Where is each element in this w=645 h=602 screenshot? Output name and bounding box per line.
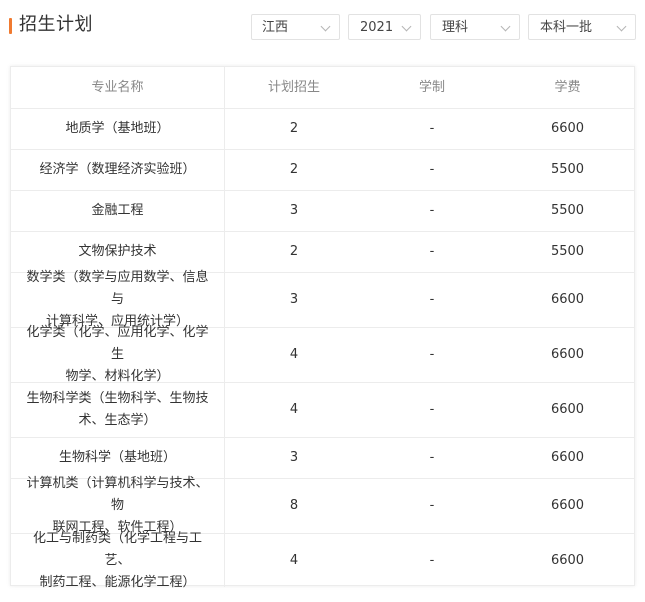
chevron-down-icon — [616, 21, 627, 32]
plan-count-cell: 3 — [289, 203, 299, 218]
table-row: 化工与制药类（化学工程与工艺、制药工程、能源化学工程） 4 - 6600 — [11, 531, 634, 590]
major-name-text: 生物科学（基地班） — [59, 447, 176, 469]
major-name-cell: 化学类（化学、应用化学、化学生 物学、材料化学） — [11, 325, 225, 384]
major-name-text: 文物保护技术 — [78, 241, 156, 263]
batch-select[interactable]: 本科一批 — [528, 14, 636, 40]
plan-count-cell: 4 — [289, 347, 299, 362]
duration-cell: - — [429, 203, 435, 218]
category-select-value: 理科 — [442, 20, 469, 35]
major-name-text: 生物科学类（生物科学、生物技 术、生态学） — [26, 388, 208, 432]
major-name-text: 化学类（化学、应用化学、化学生 物学、材料化学） — [21, 322, 214, 388]
table-row: 地质学（基地班） 2 - 6600 — [11, 109, 634, 150]
enrollment-plan-table: 专业名称 计划招生 学制 学费 地质学（基地班） 2 - 6600 经济学（数理经济实验… — [10, 66, 635, 590]
tuition-fee-cell: 6600 — [550, 347, 585, 362]
tuition-fee-cell: 6600 — [550, 292, 585, 307]
plan-count-cell: 4 — [289, 402, 299, 417]
major-name-line: 生物科学类（生物科学、生物技 — [26, 391, 209, 406]
plan-count-cell: 2 — [289, 121, 299, 136]
major-name-cell: 计算机类（计算机科学与技术、物 联网工程、软件工程） — [11, 476, 225, 535]
plan-count-cell: 8 — [289, 498, 299, 513]
major-name-cell: 数学类（数学与应用数学、信息与 计算科学、应用统计学） — [11, 270, 225, 329]
tuition-fee-cell: 5500 — [550, 162, 585, 177]
page-header: 招生计划 江西 2021 理科 本科一批 — [0, 0, 645, 52]
tuition-fee-cell: 5500 — [550, 203, 585, 218]
major-name-line: 文物保护技术 — [78, 244, 157, 259]
tuition-fee-cell: 6600 — [550, 450, 585, 465]
province-select[interactable]: 江西 — [251, 14, 340, 40]
table-row: 化学类（化学、应用化学、化学生 物学、材料化学） 4 - 6600 — [11, 325, 634, 384]
plan-count-cell: 3 — [289, 450, 299, 465]
table-row: 数学类（数学与应用数学、信息与 计算科学、应用统计学） 3 - 6600 — [11, 270, 634, 329]
province-select-value: 江西 — [262, 20, 289, 35]
duration-cell: - — [429, 498, 435, 513]
major-name-line: 计算机类（计算机科学与技术、物 — [26, 476, 209, 513]
column-header-fee: 学费 — [554, 79, 581, 95]
major-name-line: 化工与制药类（化学工程与工艺、 — [32, 530, 202, 568]
table-row: 计算机类（计算机科学与技术、物 联网工程、软件工程） 8 - 6600 — [11, 476, 634, 535]
major-name-text: 地质学（基地班） — [65, 118, 169, 140]
table-row: 经济学（数理经济实验班） 2 - 5500 — [11, 150, 634, 191]
major-name-line: 经济学（数理经济实验班） — [39, 162, 196, 177]
plan-count-cell: 2 — [289, 162, 299, 177]
major-name-line: 金融工程 — [91, 203, 144, 218]
tuition-fee-cell: 6600 — [550, 498, 585, 513]
chevron-down-icon — [500, 21, 511, 32]
duration-cell: - — [429, 347, 435, 362]
plan-count-cell: 4 — [289, 552, 299, 568]
chevron-down-icon — [320, 21, 331, 32]
major-name-cell: 金融工程 — [11, 191, 225, 231]
tuition-fee-cell: 6600 — [550, 552, 585, 568]
major-name-line: 生物科学（基地班） — [58, 450, 176, 465]
duration-cell: - — [429, 402, 435, 417]
duration-cell: - — [429, 292, 435, 307]
batch-select-value: 本科一批 — [540, 20, 593, 35]
major-name-cell: 文物保护技术 — [11, 232, 225, 272]
major-name-line: 地质学（基地班） — [65, 121, 170, 136]
column-header-duration: 学制 — [418, 79, 445, 95]
major-name-cell: 生物科学类（生物科学、生物技 术、生态学） — [11, 383, 225, 437]
year-select-value: 2021 — [360, 20, 394, 35]
tuition-fee-cell: 6600 — [550, 402, 585, 417]
major-name-cell: 化工与制药类（化学工程与工艺、制药工程、能源化学工程） — [11, 531, 225, 590]
major-name-line: 术、生态学） — [78, 413, 157, 428]
major-name-text: 金融工程 — [91, 200, 143, 222]
major-name-cell: 生物科学（基地班） — [11, 438, 225, 478]
table-row: 金融工程 3 - 5500 — [11, 191, 634, 232]
plan-count-cell: 2 — [289, 244, 299, 259]
major-name-line: 化学类（化学、应用化学、化学生 — [26, 325, 209, 362]
major-name-text: 化工与制药类（化学工程与工艺、制药工程、能源化学工程） — [21, 528, 214, 594]
major-name-line: 制药工程、能源化学工程） — [39, 574, 196, 590]
major-name-cell: 经济学（数理经济实验班） — [11, 150, 225, 190]
plan-count-cell: 3 — [289, 292, 299, 307]
page-title: 招生计划 — [19, 14, 93, 35]
duration-cell: - — [429, 450, 435, 465]
title-accent-bar — [9, 18, 12, 34]
table-header-row: 专业名称 计划招生 学制 学费 — [11, 67, 634, 109]
tuition-fee-cell: 5500 — [550, 244, 585, 259]
category-select[interactable]: 理科 — [430, 14, 520, 40]
table-row: 生物科学类（生物科学、生物技 术、生态学） 4 - 6600 — [11, 383, 634, 438]
tuition-fee-cell: 6600 — [550, 121, 585, 136]
chevron-down-icon — [401, 21, 412, 32]
major-name-line: 数学类（数学与应用数学、信息与 — [26, 270, 209, 307]
column-header-major: 专业名称 — [11, 67, 225, 108]
duration-cell: - — [429, 121, 435, 136]
duration-cell: - — [429, 244, 435, 259]
major-name-cell: 地质学（基地班） — [11, 109, 225, 149]
major-name-text: 经济学（数理经济实验班） — [39, 159, 195, 181]
duration-cell: - — [429, 552, 435, 568]
column-header-plan: 计划招生 — [267, 79, 320, 95]
year-select[interactable]: 2021 — [348, 14, 421, 40]
duration-cell: - — [429, 162, 435, 177]
